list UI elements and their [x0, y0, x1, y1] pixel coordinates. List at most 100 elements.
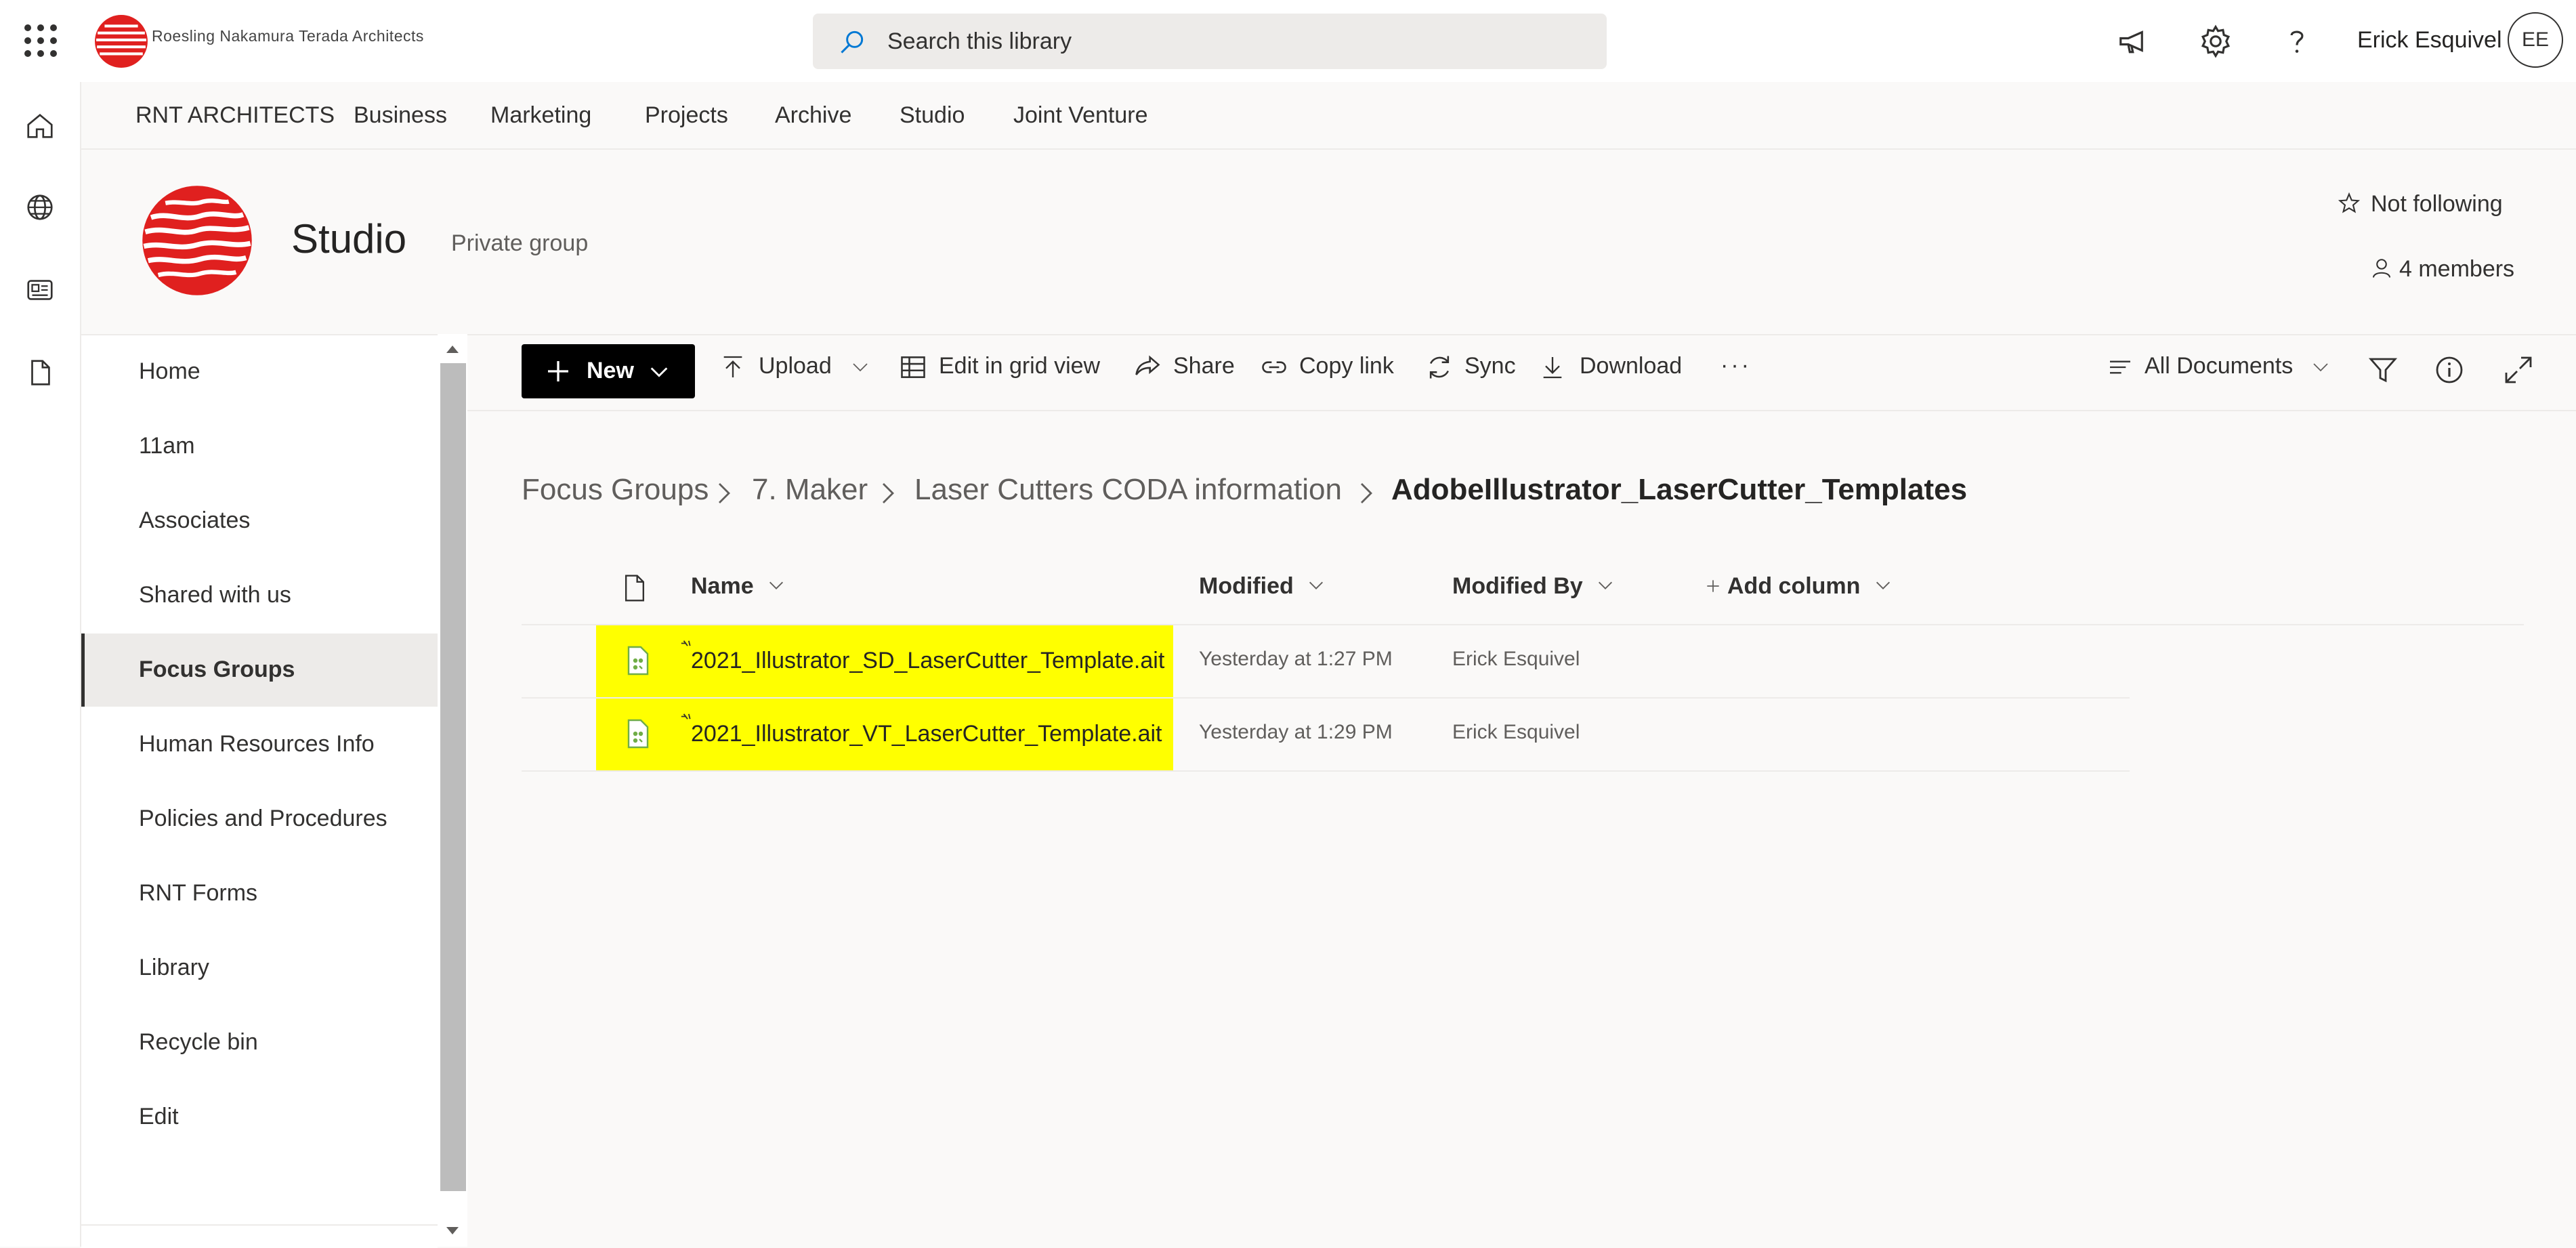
upload-button[interactable]: Upload: [719, 352, 870, 390]
view-switcher[interactable]: All Documents: [2107, 352, 2331, 390]
hub-nav-studio[interactable]: Studio: [900, 102, 965, 129]
column-header-modified-label: Modified: [1199, 573, 1294, 599]
user-name[interactable]: Erick Esquivel: [2357, 27, 2502, 54]
app-bar: [0, 82, 81, 1247]
nav-item-label: 11am: [139, 433, 195, 459]
document-icon[interactable]: [24, 357, 56, 388]
help-icon[interactable]: [2279, 23, 2315, 60]
modified-by[interactable]: Erick Esquivel: [1452, 648, 1580, 671]
nav-item-recycle-bin[interactable]: Recycle bin: [81, 1006, 438, 1079]
members-button[interactable]: 4 members: [2369, 256, 2514, 283]
hub-nav-joint-venture[interactable]: Joint Venture: [1013, 102, 1147, 129]
nav-item-label: Library: [139, 955, 209, 980]
expand-icon[interactable]: [2502, 354, 2535, 386]
hub-nav-rnt-architects[interactable]: RNT ARCHITECTS: [135, 102, 335, 129]
brand-logo-icon[interactable]: [93, 14, 149, 69]
illustrator-file-icon[interactable]: [625, 717, 652, 751]
chevron-down-icon: [1309, 581, 1324, 589]
search-box[interactable]: Search this library: [813, 14, 1607, 69]
scroll-down-icon[interactable]: [444, 1225, 461, 1237]
list-icon: [2110, 360, 2130, 374]
add-column-label: Add column: [1727, 573, 1861, 599]
news-icon[interactable]: [24, 274, 56, 306]
file-name-link[interactable]: 2021_Illustrator_VT_LaserCutter_Template…: [691, 721, 1162, 747]
follow-label: Not following: [2371, 191, 2503, 217]
brand-name[interactable]: Roesling Nakamura Terada Architects: [152, 27, 424, 45]
nav-scrollbar-thumb[interactable]: [440, 363, 466, 1191]
follow-button[interactable]: Not following: [2337, 191, 2503, 217]
sync-button[interactable]: Sync: [1424, 352, 1516, 390]
hub-navigation: RNT ARCHITECTS Business Marketing Projec…: [81, 82, 2576, 150]
nav-item-home[interactable]: Home: [81, 335, 438, 409]
nav-item-label: Focus Groups: [139, 657, 295, 682]
edit-grid-view-button[interactable]: Edit in grid view: [898, 352, 1100, 390]
new-button-label: New: [587, 358, 634, 383]
chevron-right-icon: [883, 483, 894, 503]
hub-nav-archive[interactable]: Archive: [775, 102, 851, 129]
chevron-down-icon: [2313, 363, 2328, 372]
sync-icon: [1429, 356, 1450, 379]
breadcrumb-focus-groups[interactable]: Focus Groups: [522, 473, 709, 507]
nav-item-rnt-forms[interactable]: RNT Forms: [81, 857, 438, 930]
hub-nav-marketing[interactable]: Marketing: [490, 102, 591, 129]
avatar[interactable]: EE: [2508, 12, 2563, 68]
column-header-modified[interactable]: Modified: [1199, 573, 1326, 600]
chevron-down-icon: [1599, 581, 1613, 589]
site-title[interactable]: Studio: [291, 215, 406, 262]
share-icon: [1135, 355, 1160, 375]
members-label: 4 members: [2399, 256, 2515, 282]
site-privacy: Private group: [451, 230, 589, 256]
column-header-name[interactable]: Name: [691, 573, 786, 600]
left-navigation: Home 11am Associates Shared with us Focu…: [81, 334, 438, 1248]
sync-label: Sync: [1464, 352, 1516, 379]
nav-item-label: RNT Forms: [139, 880, 258, 906]
breadcrumb-7-maker[interactable]: 7. Maker: [752, 473, 868, 507]
edit-grid-view-label: Edit in grid view: [939, 352, 1101, 379]
hub-nav-projects[interactable]: Projects: [645, 102, 728, 129]
nav-item-library[interactable]: Library: [81, 932, 438, 1005]
home-icon[interactable]: [24, 110, 56, 142]
nav-item-label: Recycle bin: [139, 1029, 258, 1055]
illustrator-file-icon[interactable]: [625, 644, 652, 678]
nav-item-associates[interactable]: Associates: [81, 484, 438, 558]
more-actions-button[interactable]: ···: [1720, 352, 1752, 390]
chevron-down-icon: [650, 367, 668, 377]
copy-link-label: Copy link: [1299, 352, 1394, 379]
nav-item-focus-groups[interactable]: Focus Groups: [81, 633, 438, 707]
globe-icon[interactable]: [24, 192, 56, 223]
nav-item-policies-and-procedures[interactable]: Policies and Procedures: [81, 783, 438, 856]
breadcrumb-current-folder: AdobeIllustrator_LaserCutter_Templates: [1391, 473, 1968, 506]
hub-nav-business[interactable]: Business: [354, 102, 447, 129]
share-label: Share: [1173, 352, 1235, 379]
file-type-icon[interactable]: [622, 573, 648, 603]
filter-icon[interactable]: [2367, 354, 2399, 386]
person-icon: [2372, 259, 2391, 278]
modified-by[interactable]: Erick Esquivel: [1452, 721, 1580, 744]
add-column-button[interactable]: Add column: [1704, 573, 1893, 600]
share-button[interactable]: Share: [1133, 352, 1235, 390]
breadcrumb-laser-cutters[interactable]: Laser Cutters CODA information: [914, 473, 1342, 507]
site-logo-icon[interactable]: [140, 183, 255, 298]
column-header-name-label: Name: [691, 573, 754, 599]
chevron-right-icon: [1361, 483, 1372, 503]
nav-item-shared-with-us[interactable]: Shared with us: [81, 559, 438, 632]
info-icon[interactable]: [2433, 354, 2466, 386]
nav-item-label: Shared with us: [139, 582, 291, 608]
nav-item-11am[interactable]: 11am: [81, 410, 438, 483]
plus-icon: [1707, 580, 1719, 592]
nav-item-human-resources-info[interactable]: Human Resources Info: [81, 708, 438, 781]
new-button[interactable]: New: [522, 344, 695, 398]
copy-link-button[interactable]: Copy link: [1259, 352, 1394, 390]
column-header-modified-by[interactable]: Modified By: [1452, 573, 1615, 600]
nav-item-edit[interactable]: Edit: [81, 1081, 438, 1154]
app-launcher-icon[interactable]: [24, 24, 57, 57]
megaphone-icon[interactable]: [2116, 23, 2153, 60]
gear-icon[interactable]: [2197, 23, 2234, 60]
file-name-link[interactable]: 2021_Illustrator_SD_LaserCutter_Template…: [691, 648, 1164, 674]
scroll-up-icon[interactable]: [444, 343, 461, 355]
download-button[interactable]: Download: [1539, 352, 1682, 390]
download-label: Download: [1580, 352, 1683, 379]
link-icon: [1262, 361, 1286, 373]
nav-item-label: Policies and Procedures: [139, 806, 387, 831]
search-input[interactable]: Search this library: [887, 28, 1072, 55]
